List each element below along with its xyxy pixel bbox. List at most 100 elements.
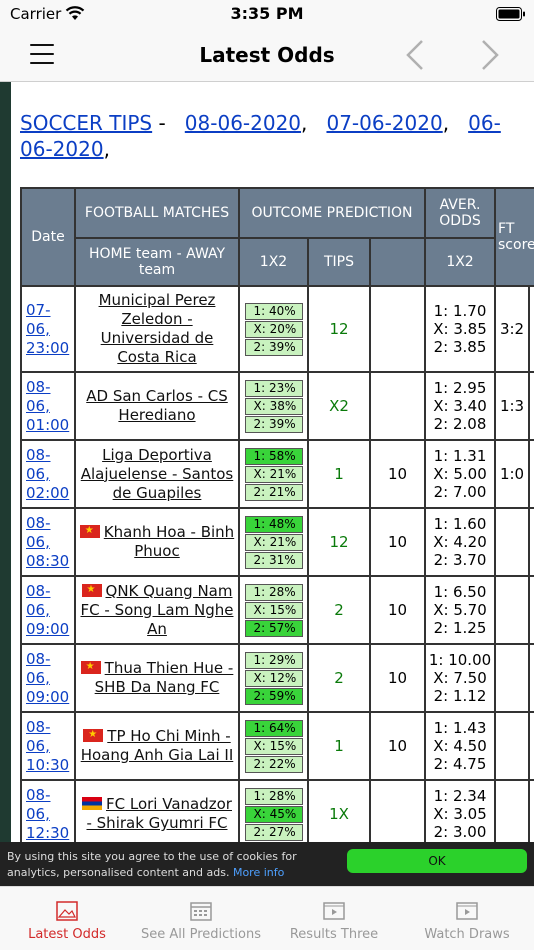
ft-score-cell	[494, 575, 531, 645]
match-date-link[interactable]: 08- 06, 10:30	[22, 718, 74, 775]
prob-draw: X: 21%	[244, 465, 303, 483]
extra-cell: 10	[368, 507, 427, 577]
header-blank	[368, 237, 427, 287]
match-link[interactable]: FC Lori Vanadzor - Shirak Gyumri FC	[86, 795, 232, 832]
odds-table: Date FOOTBALL MATCHES OUTCOME PREDICTION…	[20, 187, 534, 842]
tip-cell: 1	[307, 711, 371, 781]
result-bar	[528, 575, 534, 645]
ft-score-cell: 3:2	[494, 285, 531, 373]
prob-away: 2: 59%	[244, 687, 303, 705]
armenia-flag-icon	[82, 797, 102, 810]
table-row: 08-06,10:30TP Ho Chi Minh - Hoang Anh Gi…	[20, 711, 534, 781]
tip-cell: 12	[307, 507, 371, 577]
match-link[interactable]: Thua Thien Hue - SHB Da Nang FC	[95, 659, 234, 696]
status-bar: Carrier 3:35 PM	[0, 0, 534, 30]
probability-cell: 1: 29% X: 12% 2: 59%	[238, 643, 309, 713]
dash: -	[158, 111, 166, 135]
match-cell: AD San Carlos - CS Herediano	[74, 371, 240, 441]
image-icon	[56, 901, 78, 921]
soccer-tips-link[interactable]: SOCCER TIPS	[20, 111, 152, 135]
ft-score-cell	[494, 643, 531, 713]
vietnam-flag-icon	[79, 524, 100, 538]
page-title: Latest Odds	[199, 43, 335, 67]
match-link[interactable]: Municipal Perez Zeledon - Universidad de…	[99, 291, 216, 366]
prob-home: 1: 48%	[244, 515, 303, 533]
extra-cell: 10	[368, 711, 427, 781]
web-content: SOCCER TIPS - 08-06-2020, 07-06-2020, 06…	[0, 82, 534, 842]
result-bar	[528, 711, 534, 781]
probability-cell: 1: 28% X: 15% 2: 57%	[238, 575, 309, 645]
prob-away: 2: 39%	[244, 415, 303, 433]
tab-watch-draws[interactable]: Watch Draws	[400, 887, 534, 950]
result-bar	[528, 285, 534, 373]
result-bar	[528, 439, 534, 509]
prob-draw: X: 12%	[244, 669, 303, 687]
average-odds-cell: 1: 1.70 X: 3.85 2: 3.85	[424, 285, 497, 373]
average-odds-cell: 1: 10.00 X: 7.50 2: 1.12	[424, 643, 497, 713]
header-aver-odds: AVER. ODDS	[424, 187, 497, 239]
cookie-text: By using this site you agree to the use …	[7, 850, 297, 879]
match-date-link[interactable]: 08- 06, 02:00	[22, 446, 74, 503]
match-cell: Khanh Hoa - Binh Phuoc	[74, 507, 240, 577]
average-odds-cell: 1: 1.60 X: 4.20 2: 3.70	[424, 507, 497, 577]
prob-away: 2: 31%	[244, 551, 303, 569]
prob-draw: X: 15%	[244, 737, 303, 755]
more-info-link[interactable]: More info	[233, 866, 284, 879]
header-ft-score: FT score	[494, 187, 534, 287]
average-odds-cell: 1: 2.34 X: 3.05 2: 3.00	[424, 779, 497, 842]
tab-results-three[interactable]: Results Three	[268, 887, 400, 950]
header-1x2: 1X2	[238, 237, 309, 287]
chevron-left-icon[interactable]	[405, 38, 425, 72]
match-link[interactable]: TP Ho Chi Minh - Hoang Anh Gia Lai II	[81, 727, 234, 764]
prob-draw: X: 38%	[244, 397, 303, 415]
match-link[interactable]: Liga Deportiva Alajuelense - Santos de G…	[81, 446, 234, 502]
header-matches: FOOTBALL MATCHES	[74, 187, 240, 239]
match-link[interactable]: QNK Quang Nam FC - Song Lam Nghe An	[81, 582, 234, 638]
date-cell: 08- 06, 01:00	[20, 371, 76, 441]
probability-cell: 1: 28% X: 45% 2: 27%	[238, 779, 309, 842]
cookie-ok-button[interactable]: OK	[347, 849, 527, 873]
match-date-link[interactable]: 08- 06, 08:30	[22, 514, 74, 571]
chevron-right-icon[interactable]	[480, 38, 500, 72]
result-bar	[528, 507, 534, 577]
average-odds-cell: 1: 1.31 X: 5.00 2: 7.00	[424, 439, 497, 509]
probability-cell: 1: 48% X: 21% 2: 31%	[238, 507, 309, 577]
prob-away: 2: 22%	[244, 755, 303, 773]
prob-home: 1: 58%	[244, 447, 303, 465]
match-date-link[interactable]: 07- 06, 23:00	[22, 301, 74, 358]
match-cell: Liga Deportiva Alajuelense - Santos de G…	[74, 439, 240, 509]
result-bar	[528, 779, 534, 842]
prob-home: 1: 29%	[244, 651, 303, 669]
date-link-0[interactable]: 08-06-2020	[185, 111, 301, 135]
result-bar	[528, 371, 534, 441]
match-date-link[interactable]: 08- 06, 09:00	[22, 582, 74, 639]
extra-cell: 10	[368, 575, 427, 645]
match-link[interactable]: AD San Carlos - CS Herediano	[86, 387, 228, 424]
vietnam-flag-icon	[80, 660, 101, 674]
match-date-link[interactable]: 08- 06, 12:30	[22, 786, 74, 843]
match-date-link[interactable]: 08- 06, 01:00	[22, 378, 74, 435]
match-link[interactable]: Khanh Hoa - Binh Phuoc	[104, 523, 234, 560]
ft-score-cell: 1:0	[494, 439, 531, 509]
ft-score-cell	[494, 711, 531, 781]
date-cell: 07- 06, 23:00	[20, 285, 76, 373]
date-cell: 08- 06, 10:30	[20, 711, 76, 781]
probability-cell: 1: 64% X: 15% 2: 22%	[238, 711, 309, 781]
match-date-link[interactable]: 08- 06, 09:00	[22, 650, 74, 707]
tip-cell: 2	[307, 643, 371, 713]
tab-latest-odds[interactable]: Latest Odds	[0, 887, 134, 950]
table-row: 08-06,09:00QNK Quang Nam FC - Song Lam N…	[20, 575, 534, 645]
vietnam-flag-icon	[81, 583, 102, 597]
probability-cell: 1: 23% X: 38% 2: 39%	[238, 371, 309, 441]
prob-away: 2: 39%	[244, 338, 303, 356]
tab-see-all-predictions[interactable]: See All Predictions	[134, 887, 268, 950]
average-odds-cell: 1: 1.43 X: 4.50 2: 4.75	[424, 711, 497, 781]
video-icon	[456, 902, 478, 920]
date-link-1[interactable]: 07-06-2020	[326, 111, 442, 135]
prob-home: 1: 64%	[244, 719, 303, 737]
probability-cell: 1: 40% X: 20% 2: 39%	[238, 285, 309, 373]
prob-home: 1: 28%	[244, 583, 303, 601]
ft-score-cell	[494, 779, 531, 842]
result-bar	[528, 643, 534, 713]
tip-cell: 12	[307, 285, 371, 373]
